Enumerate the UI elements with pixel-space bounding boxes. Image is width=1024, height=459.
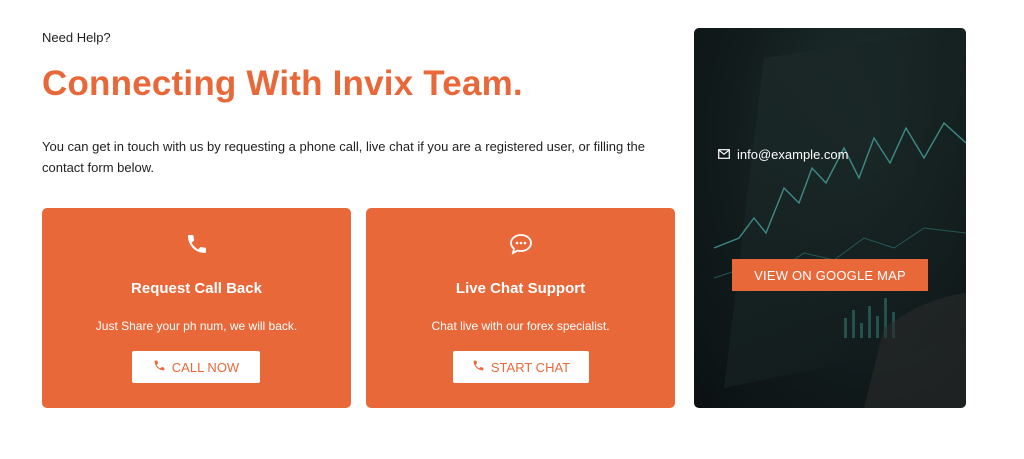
button-label: START CHAT — [490, 359, 571, 375]
call-now-button[interactable]: CALL NOW — [132, 351, 260, 383]
phone-icon — [472, 359, 485, 375]
intro-text: You can get in touch with us by requesti… — [42, 139, 645, 175]
contact-image-panel: info@example.com VIEW ON GOOGLE MAP — [694, 28, 966, 408]
eyebrow-text: Need Help? — [42, 30, 111, 45]
button-label: CALL NOW — [171, 359, 240, 375]
card-request-call-back: Request Call Back Just Share your ph num… — [42, 208, 351, 408]
chat-bubble-icon — [366, 232, 675, 258]
trading-chart-background — [713, 28, 966, 408]
phone-icon — [42, 232, 351, 258]
envelope-icon — [718, 147, 730, 162]
card-title: Live Chat Support — [455, 280, 586, 297]
start-chat-button[interactable]: START CHAT — [453, 351, 589, 383]
card-description: Just Share your ph num, we will back. — [95, 319, 298, 333]
email-text: info@example.com — [737, 147, 849, 162]
phone-icon — [153, 359, 166, 375]
card-live-chat-support: Live Chat Support Chat live with our for… — [366, 208, 675, 408]
card-title: Request Call Back — [131, 280, 262, 297]
contact-email[interactable]: info@example.com — [718, 147, 848, 162]
page-title: Connecting With Invix Team. — [42, 64, 523, 103]
view-on-google-map-button[interactable]: VIEW ON GOOGLE MAP — [732, 259, 928, 291]
card-description: Chat live with our forex specialist. — [431, 319, 610, 333]
